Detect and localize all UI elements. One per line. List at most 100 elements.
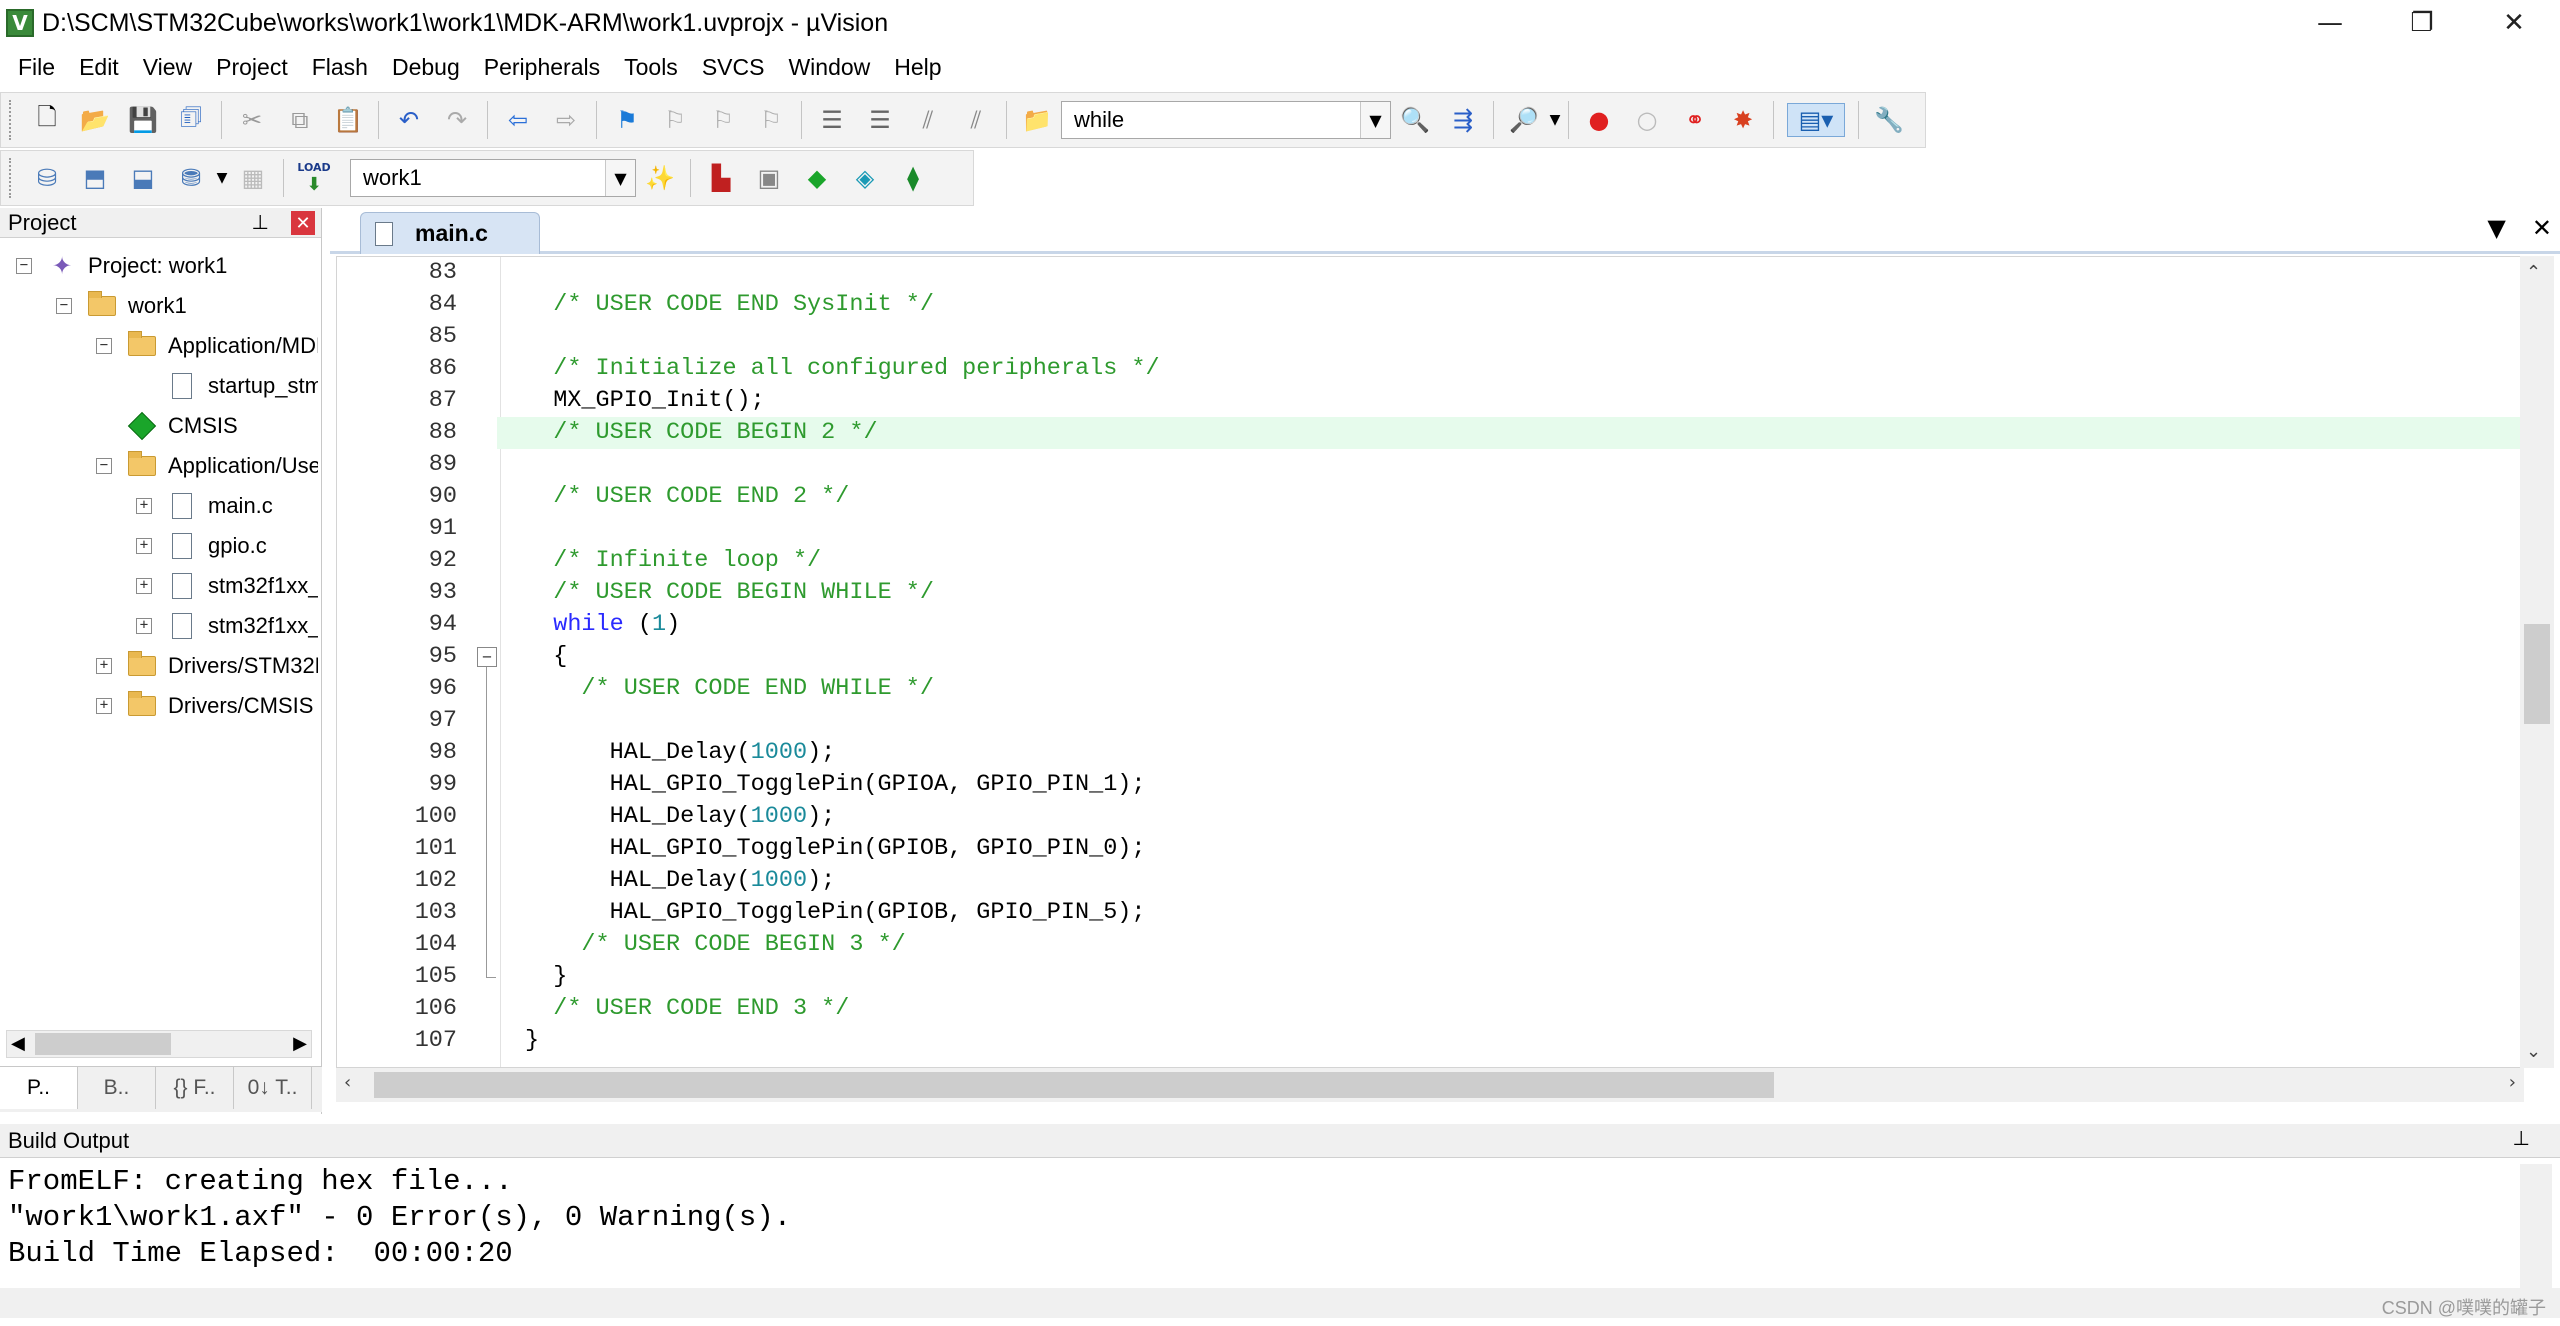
code-line[interactable]: 99 HAL_GPIO_TogglePin(GPIOA, GPIO_PIN_1)… xyxy=(337,769,2523,801)
find-in-files-icon[interactable]: 📁 xyxy=(1020,103,1054,137)
scroll-down-icon[interactable]: ⌄ xyxy=(2526,1041,2541,1062)
menu-edit[interactable]: Edit xyxy=(67,54,131,81)
toolbar-grip[interactable] xyxy=(9,100,15,140)
menu-file[interactable]: File xyxy=(6,54,67,81)
code-line[interactable]: 91 xyxy=(337,513,2523,545)
incremental-find-icon[interactable]: ⇶ xyxy=(1446,103,1480,137)
pack-installer-icon[interactable]: ▣ xyxy=(752,161,786,195)
manage-components-icon[interactable]: ▙ xyxy=(704,161,738,195)
build-output-horizontal-scrollbar[interactable] xyxy=(0,1288,2560,1318)
prev-bookmark-icon[interactable]: ⚐ xyxy=(658,103,692,137)
tree-item[interactable]: − work1 xyxy=(56,288,187,324)
expand-icon[interactable]: + xyxy=(136,618,152,634)
build-output-scrollbar[interactable] xyxy=(2520,1164,2552,1288)
chevron-down-icon[interactable]: ▼ xyxy=(1360,102,1390,138)
tree-item[interactable]: CMSIS xyxy=(96,408,238,444)
tree-item[interactable]: − ✦ Project: work1 xyxy=(16,248,227,284)
undo-icon[interactable]: ↶ xyxy=(392,103,426,137)
code-line[interactable]: 100 HAL_Delay(1000); xyxy=(337,801,2523,833)
tree-item[interactable]: − Application/User xyxy=(96,448,318,484)
tab-functions[interactable]: {} F.. xyxy=(156,1067,234,1109)
collapse-icon[interactable]: − xyxy=(96,458,112,474)
comment-icon[interactable]: ⫽ xyxy=(911,103,945,137)
collapse-icon[interactable]: − xyxy=(56,298,72,314)
download-icon[interactable]: LOAD ⬇ xyxy=(297,161,331,195)
find-combo[interactable]: while ▼ xyxy=(1061,101,1391,139)
code-line[interactable]: 94 while (1) xyxy=(337,609,2523,641)
manage-rte-icon[interactable]: ◈ xyxy=(848,161,882,195)
editor-horizontal-scrollbar[interactable]: ‹ › xyxy=(336,1068,2524,1102)
minimize-button[interactable]: — xyxy=(2284,0,2376,46)
code-line[interactable]: 87 MX_GPIO_Init(); xyxy=(337,385,2523,417)
tab-main-c[interactable]: main.c xyxy=(360,212,540,254)
code-line[interactable]: 95 { xyxy=(337,641,2523,673)
scroll-right-icon[interactable]: ▶ xyxy=(293,1033,307,1054)
code-line[interactable]: 92 /* Infinite loop */ xyxy=(337,545,2523,577)
code-line[interactable]: 83 xyxy=(337,257,2523,289)
disable-all-breakpoints-icon[interactable]: ⚭ xyxy=(1678,103,1712,137)
code-line[interactable]: 86 /* Initialize all configured peripher… xyxy=(337,353,2523,385)
target-options-icon[interactable]: ✨ xyxy=(643,161,677,195)
code-line[interactable]: 88 /* USER CODE BEGIN 2 */ xyxy=(429,417,2523,449)
tree-item[interactable]: + Drivers/STM32F1xx_HAL_Driver xyxy=(96,648,318,684)
tab-books[interactable]: B.. xyxy=(78,1067,156,1109)
scroll-left-icon[interactable]: ‹ xyxy=(344,1072,351,1093)
batch-build-icon[interactable]: ⛃ xyxy=(174,161,208,195)
restore-button[interactable]: ❐ xyxy=(2376,0,2468,46)
scroll-left-icon[interactable]: ◀ xyxy=(11,1033,25,1054)
tab-list-chevron-icon[interactable]: ▼ xyxy=(2487,214,2505,242)
tree-item[interactable]: startup_stm32f103xb.s xyxy=(136,368,318,404)
expand-icon[interactable]: + xyxy=(136,578,152,594)
code-line[interactable]: 98 HAL_Delay(1000); xyxy=(337,737,2523,769)
copy-icon[interactable]: ⧉ xyxy=(283,103,317,137)
select-packs-icon[interactable]: ◆ xyxy=(800,161,834,195)
component-pack-icon[interactable]: ⧫ xyxy=(896,161,930,195)
code-line[interactable]: 107} xyxy=(337,1025,2523,1057)
tree-item[interactable]: − Application/MDK-ARM xyxy=(96,328,318,364)
project-horizontal-scrollbar[interactable]: ◀ ▶ xyxy=(6,1030,312,1058)
window-layout-icon[interactable]: ▤▾ xyxy=(1787,103,1845,137)
code-line[interactable]: 84 /* USER CODE END SysInit */ xyxy=(337,289,2523,321)
kill-breakpoints-icon[interactable]: ✸ xyxy=(1726,103,1760,137)
code-line[interactable]: 89 xyxy=(337,449,2523,481)
menu-help[interactable]: Help xyxy=(882,54,953,81)
expand-icon[interactable]: + xyxy=(96,658,112,674)
chevron-down-icon[interactable]: ▼ xyxy=(605,160,635,196)
expand-icon[interactable]: + xyxy=(136,498,152,514)
tree-item[interactable]: + main.c xyxy=(136,488,273,524)
uncomment-icon[interactable]: ⫽ xyxy=(959,103,993,137)
stop-build-icon[interactable]: ▦ xyxy=(236,161,270,195)
collapse-icon[interactable]: − xyxy=(16,258,32,274)
pin-icon[interactable]: ⊥ xyxy=(2513,1126,2530,1150)
scrollbar-thumb[interactable] xyxy=(35,1033,171,1055)
bookmark-icon[interactable]: ⚑ xyxy=(610,103,644,137)
code-line[interactable]: 101 HAL_GPIO_TogglePin(GPIOB, GPIO_PIN_0… xyxy=(337,833,2523,865)
menu-peripherals[interactable]: Peripherals xyxy=(472,54,612,81)
unindent-icon[interactable]: ☰ xyxy=(863,103,897,137)
collapse-icon[interactable]: − xyxy=(96,338,112,354)
menu-tools[interactable]: Tools xyxy=(612,54,690,81)
code-line[interactable]: 85 xyxy=(337,321,2523,353)
redo-icon[interactable]: ↷ xyxy=(440,103,474,137)
close-editor-icon[interactable]: ✕ xyxy=(2532,214,2552,242)
code-line[interactable]: 104 /* USER CODE BEGIN 3 */ xyxy=(337,929,2523,961)
code-line[interactable]: 97 xyxy=(337,705,2523,737)
menu-window[interactable]: Window xyxy=(776,54,882,81)
menu-flash[interactable]: Flash xyxy=(300,54,380,81)
next-bookmark-icon[interactable]: ⚐ xyxy=(706,103,740,137)
find-icon[interactable]: 🔍 xyxy=(1398,103,1432,137)
scroll-up-icon[interactable]: ⌃ xyxy=(2526,262,2541,283)
code-line[interactable]: 102 HAL_Delay(1000); xyxy=(337,865,2523,897)
fold-collapse-icon[interactable]: − xyxy=(477,647,497,667)
disable-breakpoint-icon[interactable]: ○ xyxy=(1630,103,1664,137)
expand-icon[interactable]: + xyxy=(136,538,152,554)
target-select[interactable]: work1 ▼ xyxy=(350,159,636,197)
nav-forward-icon[interactable]: ⇨ xyxy=(549,103,583,137)
menu-debug[interactable]: Debug xyxy=(380,54,472,81)
nav-back-icon[interactable]: ⇦ xyxy=(501,103,535,137)
cut-icon[interactable]: ✂ xyxy=(235,103,269,137)
configure-icon[interactable]: 🔧 xyxy=(1872,103,1906,137)
expand-icon[interactable]: + xyxy=(96,698,112,714)
code-line[interactable]: 105 } xyxy=(337,961,2523,993)
tree-item[interactable]: + stm32f1xx_it.c xyxy=(136,568,318,604)
